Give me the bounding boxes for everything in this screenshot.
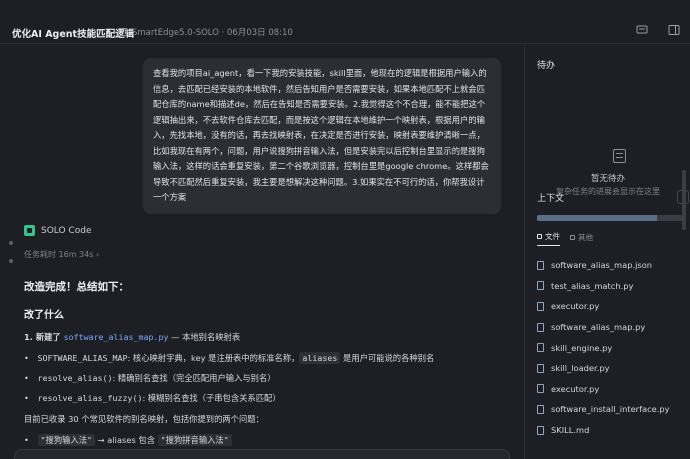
context-file-name: executor.py — [551, 383, 600, 394]
other-tab-icon — [570, 234, 575, 240]
change-item: 1. 新建了 software_alias_map.py — 本地别名映射表 — [24, 331, 504, 343]
side-scrollbar[interactable] — [682, 170, 686, 230]
inline-code: "搜狗输入法" — [37, 434, 96, 446]
list-item-text: : 精确别名查找（完全匹配用户输入与别名） — [112, 373, 276, 383]
inline-code: resolve_alias() — [37, 373, 113, 383]
file-icon — [537, 301, 544, 311]
tab-other[interactable]: 其他 — [570, 231, 593, 246]
context-file-item[interactable]: test_alias_match.py — [537, 276, 670, 297]
solo-code-icon — [24, 225, 35, 236]
file-icon — [537, 363, 544, 373]
context-file-name: test_alias_match.py — [551, 280, 634, 291]
file-icon — [537, 322, 544, 332]
file-tab-icon — [537, 234, 542, 239]
context-file-item[interactable]: executor.py — [537, 379, 670, 400]
response-heading: 改造完成！总结如下： — [24, 281, 129, 293]
chat-area: 查看我的项目ai_agent，看一下我的安装技能，skill里面，他现在的逻辑是… — [0, 45, 524, 459]
file-link[interactable]: software_alias_map.py — [64, 332, 169, 342]
task-title: 优化AI Agent技能匹配逻辑 — [12, 29, 135, 40]
list-item: resolve_alias(): 精确别名查找（完全匹配用户输入与别名） — [24, 372, 504, 384]
context-file-item[interactable]: software_alias_map.json — [537, 255, 670, 276]
context-file-item[interactable]: executor.py — [537, 296, 670, 317]
tab-files-label: 文件 — [545, 232, 560, 241]
context-file-list: software_alias_map.json test_alias_match.… — [537, 255, 670, 440]
context-title: 上下文 — [537, 194, 565, 204]
context-usage-bar — [537, 215, 683, 221]
inline-code: aliases — [299, 352, 341, 364]
chat-icon[interactable] — [636, 24, 648, 36]
panel-toggle-icon[interactable] — [668, 24, 680, 36]
context-file-name: skill_loader.py — [551, 363, 610, 374]
context-file-name: SKILL.md — [551, 425, 590, 436]
list-item-text: 是用户可能说的各种别名 — [340, 353, 435, 363]
tab-other-label: 其他 — [578, 232, 593, 242]
list-item-text: : 核心映射字典，key 是注册表中的标准名称， — [127, 353, 300, 363]
context-file-item[interactable]: skill_loader.py — [537, 358, 670, 379]
response-subheading: 改了什么 — [24, 310, 64, 321]
list-item: "搜狗输入法" → aliases 包含 "搜狗拼音输入法" — [24, 434, 504, 446]
agent-header: SOLO Code — [24, 225, 91, 236]
folder-icon — [118, 28, 127, 36]
list-item: resolve_alias_fuzzy(): 模糊别名查找（子串包含关系匹配） — [24, 392, 504, 404]
context-file-item[interactable]: skill_engine.py — [537, 337, 670, 358]
list-item-text: : 模糊别名查找（子串包含关系匹配） — [142, 393, 281, 403]
context-file-name: software_alias_map.py — [551, 322, 646, 333]
top-bar: 优化AI Agent技能匹配逻辑 SmartEdge5.0-SOLO · 06月… — [0, 0, 690, 44]
context-usage-fill — [537, 215, 657, 221]
context-tabs: 文件 其他 — [537, 231, 593, 246]
context-file-name: software_install_interface.py — [551, 404, 670, 415]
inline-code: resolve_alias_fuzzy() — [37, 393, 143, 403]
user-message: 查看我的项目ai_agent，看一下我的安装技能，skill里面，他现在的逻辑是… — [143, 58, 501, 214]
file-icon — [537, 260, 544, 270]
todo-title: 待办 — [537, 61, 556, 71]
context-file-item[interactable]: software_alias_map.py — [537, 317, 670, 338]
item-suffix: — 本地别名映射表 — [168, 332, 241, 342]
timeline-dot — [9, 241, 13, 245]
list-item: SOFTWARE_ALIAS_MAP: 核心映射字典，key 是注册表中的标准名… — [24, 352, 504, 364]
todo-empty-title: 暂无待办 — [590, 174, 625, 184]
inline-code: "搜狗拼音输入法" — [157, 434, 232, 446]
file-icon — [537, 425, 544, 435]
summary-text: 目前已收录 30 个常见软件的别名映射，包括你提到的两个问题： — [24, 414, 264, 424]
tab-files[interactable]: 文件 — [537, 231, 560, 246]
item-prefix: 1. 新建了 — [24, 332, 64, 342]
context-file-name: executor.py — [551, 301, 600, 312]
todo-empty-icon — [613, 149, 626, 163]
agent-response: 改造完成！总结如下： 改了什么 1. 新建了 software_alias_ma… — [24, 279, 504, 446]
side-panel: 待办 暂无待办 复杂任务的进展会显示在这里 上下文 文件 其他 software… — [524, 45, 690, 459]
context-file-name: software_alias_map.json — [551, 260, 653, 271]
list-item-text: → aliases 包含 — [95, 435, 158, 445]
file-icon — [537, 384, 544, 394]
file-icon — [537, 281, 544, 291]
file-icon — [537, 404, 544, 414]
chevron-right-icon: › — [95, 250, 100, 259]
agent-name: SOLO Code — [41, 225, 92, 236]
file-icon — [537, 343, 544, 353]
elapsed-text: 任务耗时 16m 34s — [24, 250, 94, 259]
chat-input[interactable] — [14, 449, 510, 459]
inline-code: SOFTWARE_ALIAS_MAP — [37, 353, 128, 363]
task-meta-text: SmartEdge5.0-SOLO · 06月03日 08:10 — [132, 28, 293, 38]
task-meta: SmartEdge5.0-SOLO · 06月03日 08:10 — [118, 26, 293, 38]
context-file-item[interactable]: software_install_interface.py — [537, 399, 670, 420]
context-file-name: skill_engine.py — [551, 342, 613, 353]
elapsed-time[interactable]: 任务耗时 16m 34s › — [24, 249, 99, 260]
timeline-dot — [9, 259, 13, 263]
context-file-item[interactable]: SKILL.md — [537, 420, 670, 441]
